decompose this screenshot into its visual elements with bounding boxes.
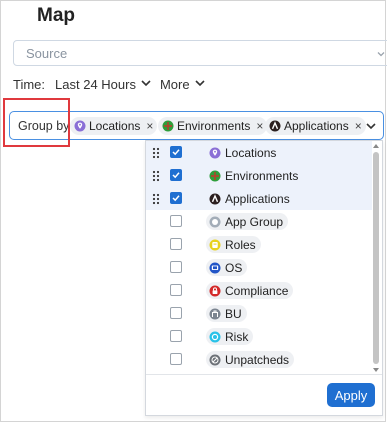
source-placeholder: Source [26,46,68,61]
option-label-pill: OS [206,259,248,276]
checkbox[interactable] [170,307,182,319]
checkbox[interactable] [170,146,182,158]
drag-handle-icon[interactable] [152,169,160,187]
option-label: BU [225,306,242,321]
option-label-pill: Unpatcheds [206,351,295,368]
option-label: Locations [225,145,277,160]
os-icon [209,262,221,274]
compliance-lock-icon [209,285,221,297]
chip-environments: Environments × [158,117,268,135]
chevron-down-icon[interactable] [365,119,377,137]
location-pin-icon [209,147,221,159]
roles-icon [209,239,221,251]
chevron-down-icon[interactable] [140,77,152,92]
checkbox[interactable] [170,284,182,296]
option-label-pill: Compliance [206,282,294,299]
more-dropdown[interactable]: More [160,77,190,92]
source-select[interactable]: Source [13,40,387,66]
option-label: Unpatcheds [225,352,290,367]
checkbox[interactable] [170,169,182,181]
option-roles[interactable]: Roles [146,233,372,256]
scroll-up-arrow-icon[interactable] [373,144,379,148]
environments-icon [209,170,221,182]
remove-chip-icon[interactable]: × [256,119,263,133]
environments-icon [162,120,174,132]
option-environments[interactable]: Environments [146,164,372,187]
option-locations[interactable]: Locations [146,141,372,164]
risk-icon [209,331,221,343]
option-label-pill: BU [206,305,247,322]
option-label: Compliance [225,283,289,298]
time-filter-bar: Time: Last 24 Hours More [13,77,206,92]
checkbox[interactable] [170,238,182,250]
remove-chip-icon[interactable]: × [355,119,362,133]
chevron-down-icon[interactable] [194,77,206,92]
option-label: Applications [225,191,290,206]
option-label: App Group [225,214,284,229]
apply-button[interactable]: Apply [327,383,375,407]
option-app-group[interactable]: App Group [146,210,372,233]
drag-handle-icon[interactable] [152,146,160,164]
location-pin-icon [74,120,86,132]
chip-applications: Applications × [265,117,366,135]
option-label: Environments [225,168,299,183]
drag-handle-icon[interactable] [152,192,160,210]
option-label-pill: Risk [206,328,254,345]
option-label-pill: Environments [206,167,303,184]
app-group-icon [209,216,221,228]
option-label: Roles [225,237,256,252]
option-label-pill: Locations [206,144,281,161]
option-unpatcheds[interactable]: Unpatcheds [146,348,372,371]
chip-label: Applications [284,119,349,133]
group-by-highlight-box [3,98,70,147]
option-label-pill: App Group [206,213,289,230]
remove-chip-icon[interactable]: × [146,119,153,133]
checkbox[interactable] [170,215,182,227]
time-range-dropdown[interactable]: Last 24 Hours [55,77,136,92]
option-compliance[interactable]: Compliance [146,279,372,302]
option-label: Risk [225,329,249,344]
option-applications[interactable]: Applications [146,187,372,210]
unpatched-icon [209,354,221,366]
page-title: Map [37,5,75,26]
scrollbar-thumb[interactable] [373,152,379,364]
map-panel: Map Source Time: Last 24 Hours More Grou… [0,0,387,422]
scroll-down-arrow-icon[interactable] [373,368,379,372]
dropdown-scrollbar[interactable] [372,142,381,374]
chip-label: Locations [89,119,141,133]
time-label: Time: [13,77,46,92]
option-os[interactable]: OS [146,256,372,279]
checkbox[interactable] [170,192,182,204]
option-risk[interactable]: Risk [146,325,372,348]
chevron-down-icon [376,46,386,64]
option-label-pill: Roles [206,236,261,253]
applications-icon [209,193,221,205]
group-by-dropdown-menu: Locations Environments Applications App … [145,140,383,416]
checkbox[interactable] [170,330,182,342]
checkbox[interactable] [170,261,182,273]
bu-icon [209,308,221,320]
checkbox[interactable] [170,353,182,365]
divider [146,374,382,375]
applications-icon [269,120,281,132]
option-label-pill: Applications [206,190,295,207]
chip-locations: Locations × [70,117,158,135]
option-label: OS [225,260,243,275]
chip-label: Environments [177,119,251,133]
option-bu[interactable]: BU [146,302,372,325]
